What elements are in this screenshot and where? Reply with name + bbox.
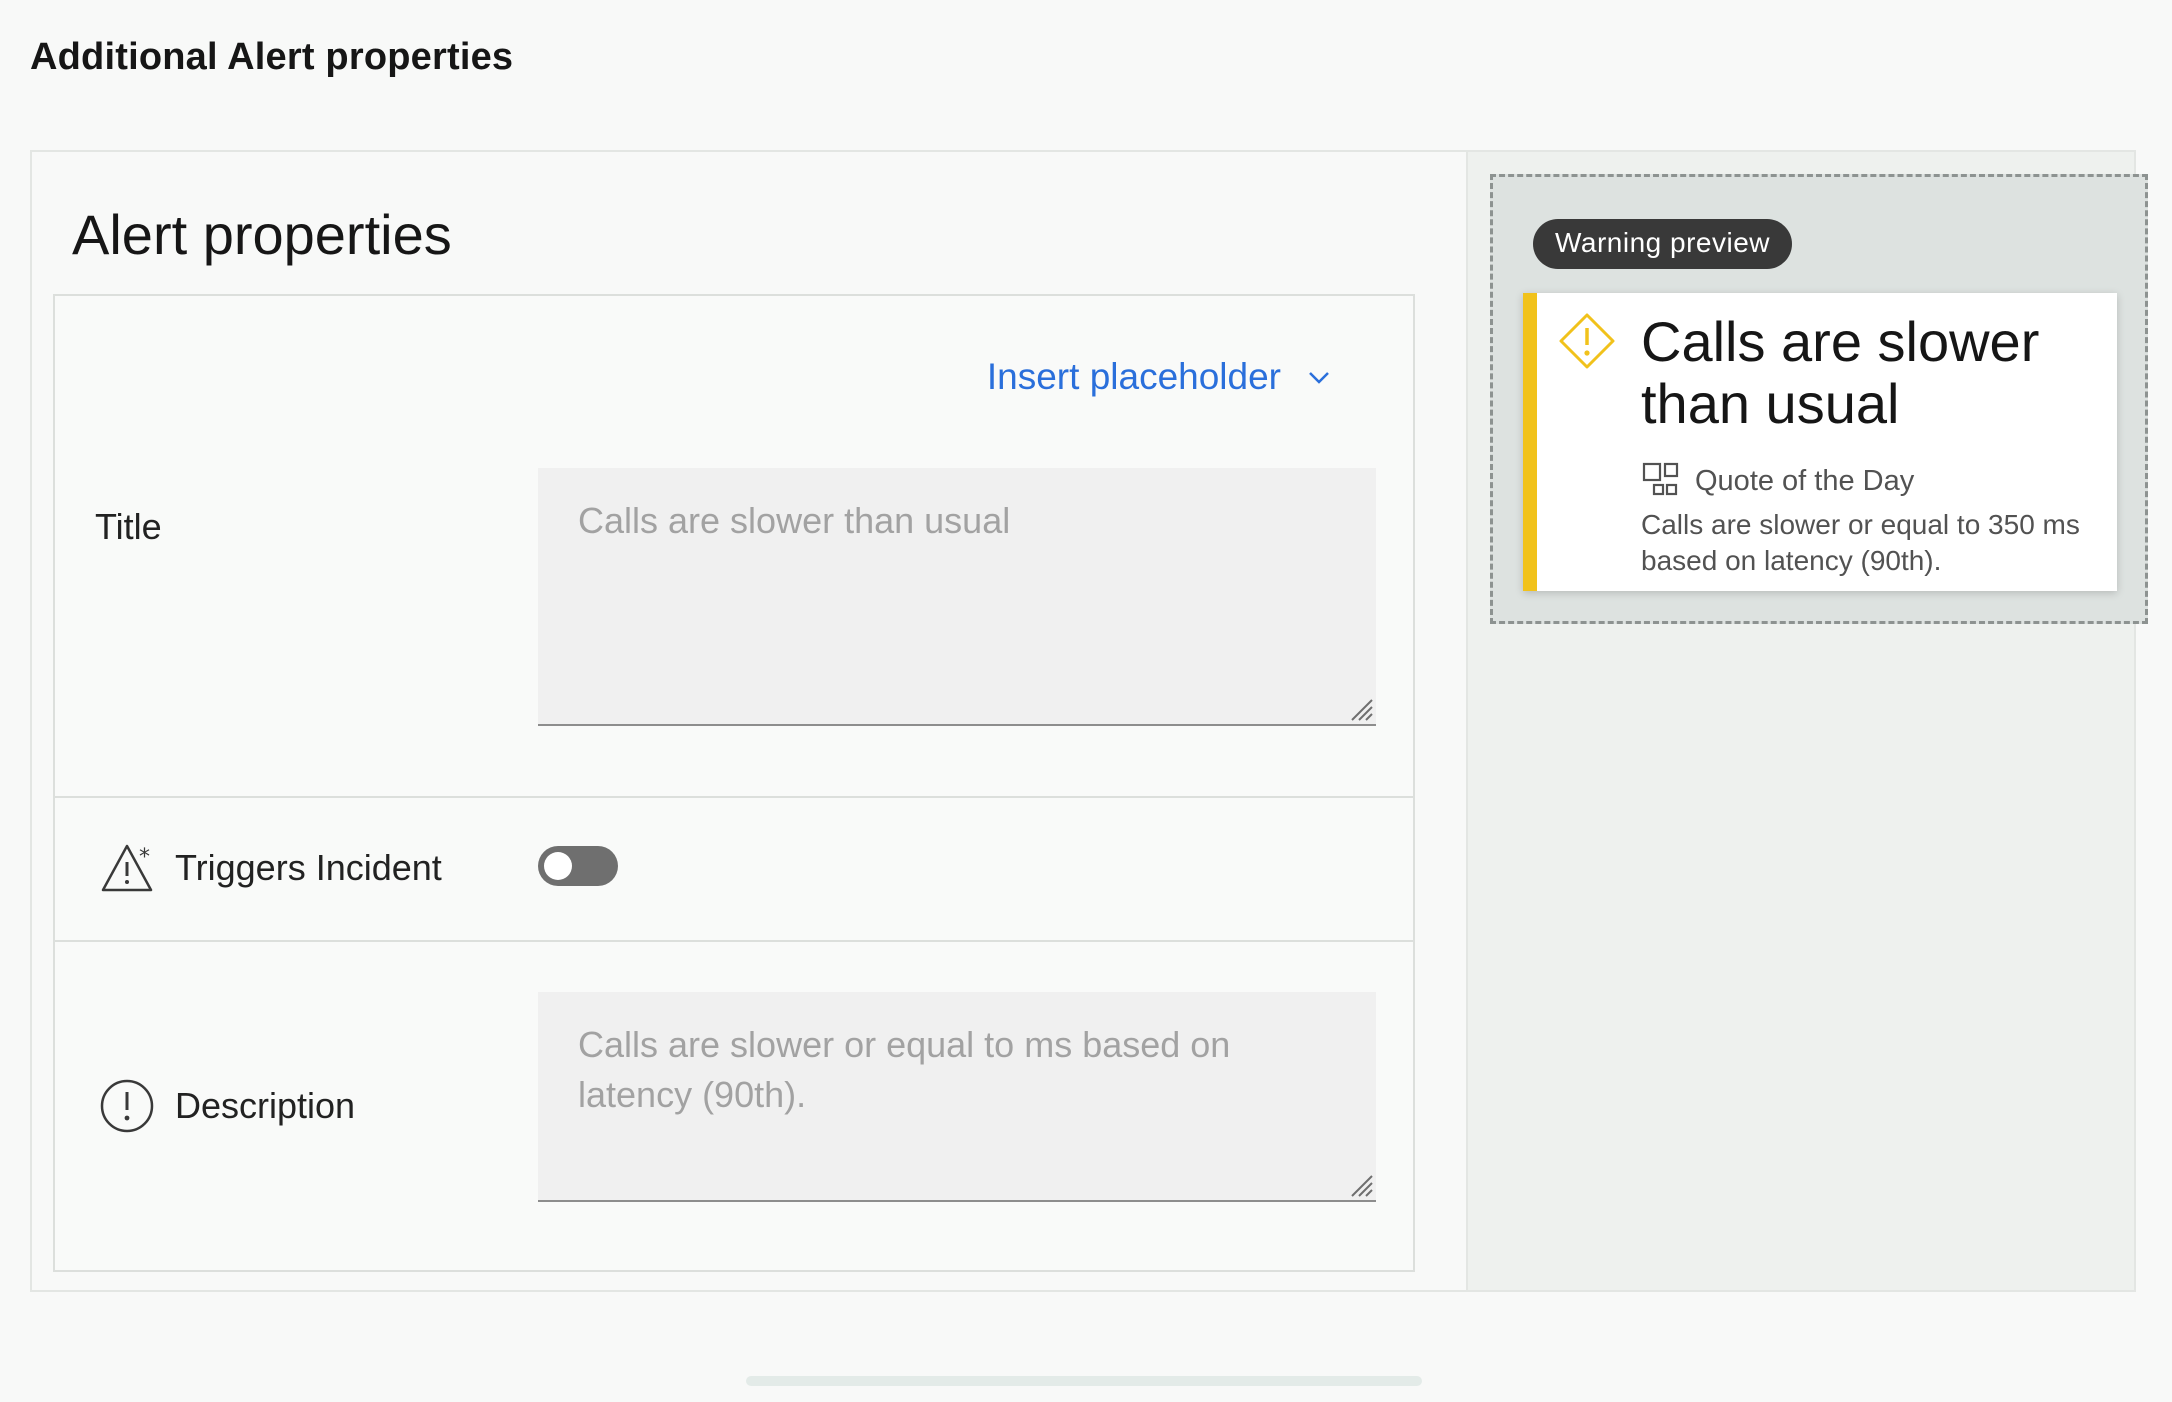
warning-diamond-icon (1559, 313, 1615, 369)
resize-grip-icon[interactable] (1348, 1172, 1374, 1198)
horizontal-scrollbar[interactable] (746, 1376, 1422, 1386)
triggers-incident-label: * Triggers Incident (99, 840, 442, 896)
incident-warning-icon: * (101, 844, 153, 892)
insert-placeholder-label: Insert placeholder (986, 356, 1281, 397)
description-placeholder: Calls are slower or equal to ms based on… (578, 1024, 1231, 1115)
preview-badge: Warning preview (1533, 219, 1792, 269)
title-label: Title (95, 506, 162, 547)
section-title: Alert properties (72, 203, 452, 266)
resize-grip-icon[interactable] (1348, 696, 1374, 722)
info-circle-icon (100, 1079, 154, 1133)
title-placeholder: Calls are slower than usual (578, 500, 1011, 541)
preview-card-description: Calls are slower or equal to 350 ms base… (1641, 509, 2080, 576)
application-icon (1642, 462, 1679, 496)
alert-properties-form: Insert placeholder Title Calls are slowe… (53, 294, 1415, 1272)
svg-text:*: * (139, 845, 150, 870)
triggers-incident-toggle[interactable] (538, 846, 618, 886)
title-textarea[interactable]: Calls are slower than usual (538, 468, 1376, 726)
preview-card-source: Quote of the Day (1641, 461, 1914, 501)
toggle-knob (544, 852, 572, 880)
page-heading: Additional Alert properties (30, 36, 514, 78)
insert-placeholder-dropdown[interactable]: Insert placeholder (987, 356, 1333, 398)
preview-card-title: Calls are slower than usual (1641, 310, 2040, 435)
chevron-down-icon (1309, 372, 1329, 384)
preview-zone: Warning preview Calls are slower than us… (1490, 174, 2148, 624)
row-divider (55, 940, 1413, 942)
preview-pane: Warning preview Calls are slower than us… (1466, 152, 2148, 1290)
description-textarea[interactable]: Calls are slower or equal to ms based on… (538, 992, 1376, 1202)
alert-properties-panel: Alert properties Insert placeholder Titl… (30, 150, 2148, 1292)
description-label: Description (99, 1078, 355, 1134)
row-divider (55, 796, 1413, 798)
alert-preview-card: Calls are slower than usual Quote of the… (1523, 293, 2117, 591)
